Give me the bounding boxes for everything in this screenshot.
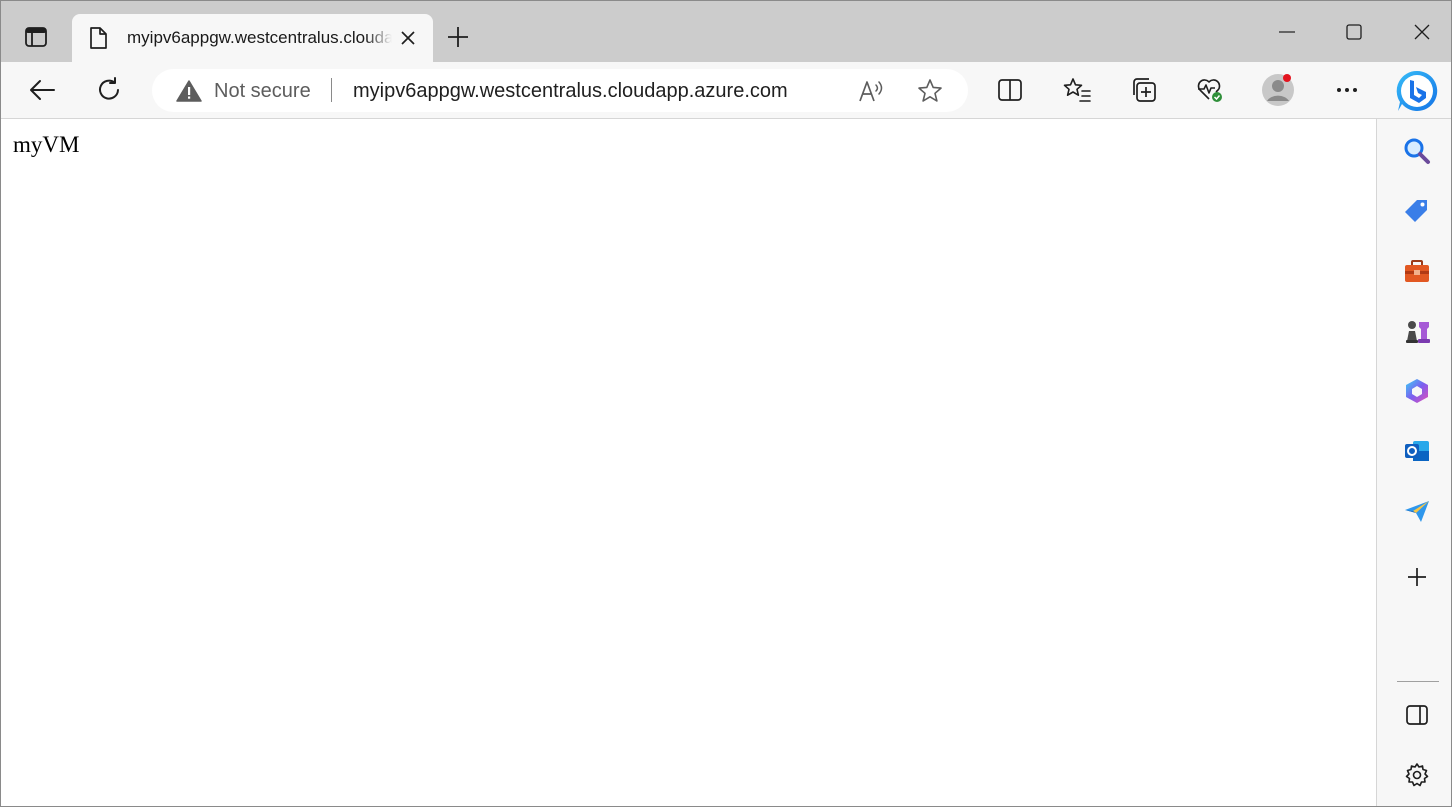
sidebar-divider (1397, 681, 1439, 682)
notification-dot (1283, 74, 1291, 82)
warning-icon[interactable] (176, 80, 202, 107)
minimize-button[interactable] (1264, 15, 1310, 49)
sidebar (1376, 119, 1451, 806)
close-icon (401, 31, 415, 45)
sidebar-search-button[interactable] (1397, 131, 1437, 171)
page-body-text: myVM (13, 132, 80, 157)
toolbar: Not secure myipv6appgw.westcentralus.clo… (1, 62, 1451, 119)
outlook-icon (1405, 441, 1429, 461)
sidebar-add-button[interactable] (1397, 557, 1437, 597)
page-content: myVM (1, 119, 1376, 806)
active-tab[interactable]: myipv6appgw.westcentralus.cloudapp.azure… (72, 14, 433, 63)
address-divider (331, 78, 332, 102)
collections-icon (1133, 78, 1156, 102)
close-icon (1414, 24, 1430, 40)
favorites-button[interactable] (1058, 71, 1096, 109)
sidebar-shopping-button[interactable] (1397, 191, 1437, 231)
settings-and-more-button[interactable] (1328, 71, 1366, 109)
copilot-button[interactable] (1393, 67, 1441, 115)
sidebar-outlook-button[interactable] (1397, 431, 1437, 471)
plus-icon (448, 27, 468, 47)
tab-actions-button[interactable] (15, 19, 57, 55)
read-aloud-icon (859, 81, 883, 102)
star-icon (918, 79, 942, 102)
settings-icon (1405, 763, 1429, 787)
hide-sidebar-icon (1406, 705, 1428, 725)
split-screen-button[interactable] (991, 71, 1029, 109)
profile-avatar[interactable] (1259, 71, 1297, 109)
address-bar[interactable]: Not secure myipv6appgw.westcentralus.clo… (152, 69, 968, 112)
add-favorite-button[interactable] (915, 77, 945, 105)
back-button[interactable] (23, 71, 61, 109)
sidebar-tools-button[interactable] (1397, 251, 1437, 291)
tab-title: myipv6appgw.westcentralus.cloudapp.azure… (127, 28, 392, 47)
search-icon (1404, 138, 1430, 164)
add-icon (1408, 568, 1426, 586)
maximize-button[interactable] (1331, 15, 1377, 49)
shopping-icon (1405, 200, 1427, 222)
tab-actions-icon (25, 27, 47, 47)
sidebar-drop-button[interactable] (1397, 491, 1437, 531)
new-tab-button[interactable] (441, 21, 475, 53)
browser-window: myipv6appgw.westcentralus.cloudapp.azure… (0, 0, 1452, 807)
page-icon (88, 26, 108, 55)
more-icon (1337, 88, 1357, 92)
security-status-label[interactable]: Not secure (214, 80, 311, 103)
close-tab-button[interactable] (396, 26, 420, 50)
tab-strip: myipv6appgw.westcentralus.cloudapp.azure… (1, 1, 1451, 63)
browser-essentials-button[interactable] (1191, 71, 1229, 109)
games-icon (1406, 321, 1430, 343)
collections-button[interactable] (1125, 71, 1163, 109)
sidebar-games-button[interactable] (1397, 311, 1437, 351)
tools-icon (1405, 260, 1429, 282)
maximize-icon (1346, 24, 1362, 40)
refresh-icon (99, 77, 119, 100)
minimize-icon (1279, 31, 1295, 33)
refresh-button[interactable] (90, 71, 128, 109)
sidebar-office-button[interactable] (1397, 371, 1437, 411)
sidebar-settings-button[interactable] (1397, 755, 1437, 795)
close-window-button[interactable] (1399, 15, 1445, 49)
heart-pulse-icon (1197, 79, 1222, 102)
url-text[interactable]: myipv6appgw.westcentralus.cloudapp.azure… (353, 80, 788, 103)
drop-icon (1405, 501, 1429, 522)
bing-icon (1396, 70, 1438, 111)
back-arrow-icon (30, 80, 55, 100)
hide-sidebar-button[interactable] (1397, 695, 1437, 735)
split-screen-icon (998, 79, 1022, 101)
read-aloud-button[interactable] (856, 77, 886, 105)
favorites-icon (1063, 78, 1091, 102)
office-icon (1406, 379, 1428, 403)
